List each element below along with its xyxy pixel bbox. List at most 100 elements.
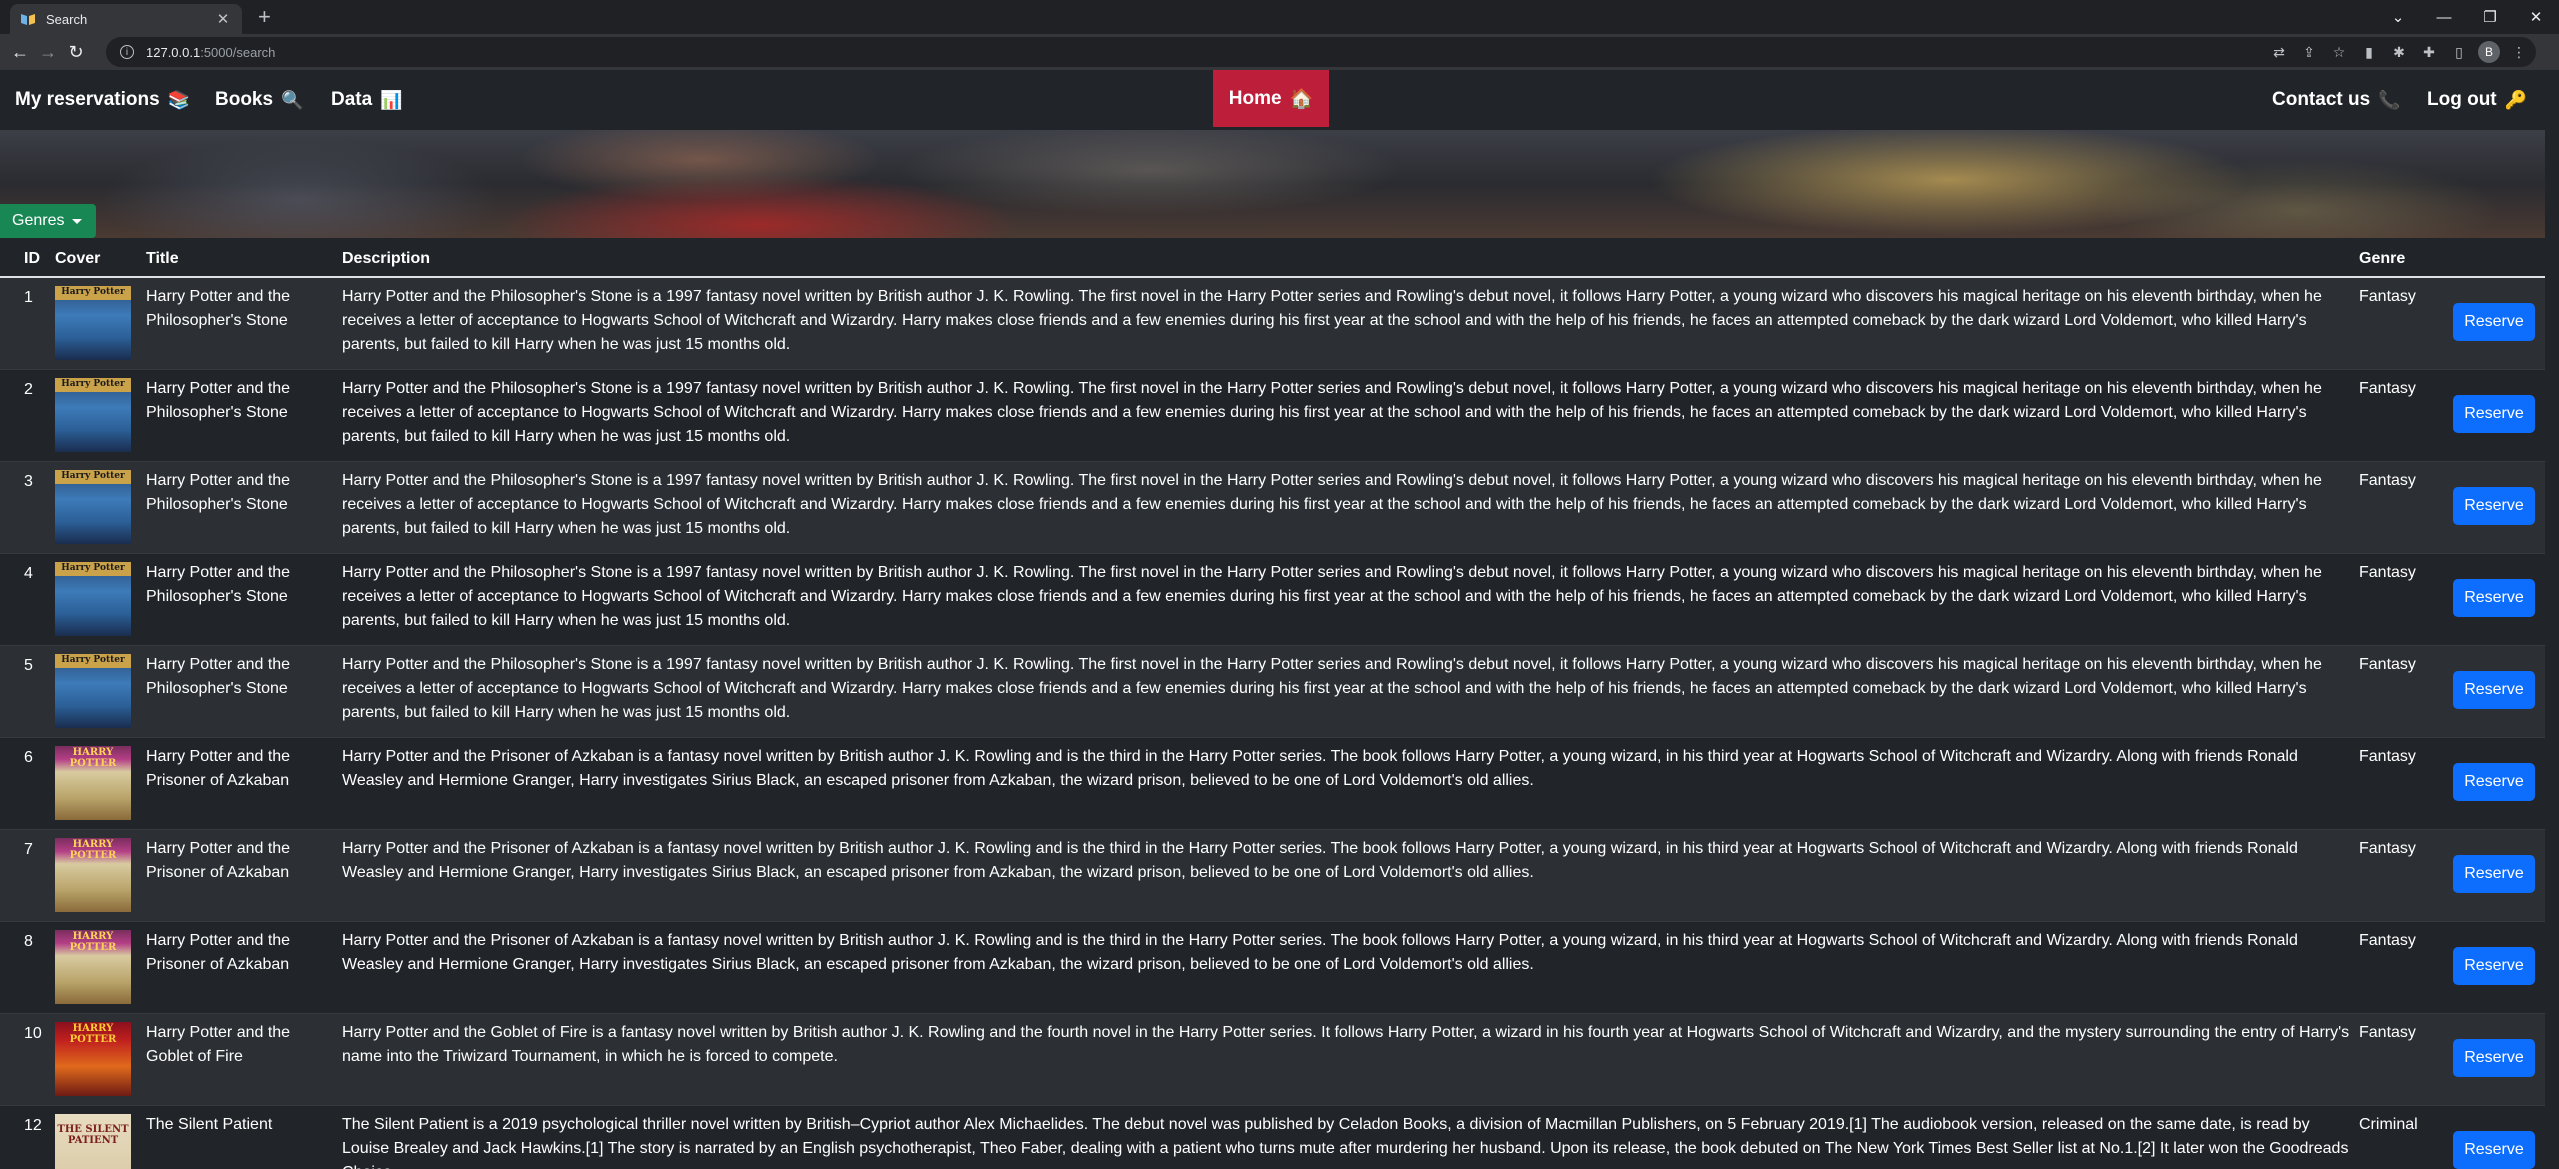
minimize-icon[interactable]: — <box>2421 9 2467 26</box>
reserve-button[interactable]: Reserve <box>2453 763 2535 801</box>
translate-icon[interactable]: ⇄ <box>2268 44 2290 61</box>
address-bar[interactable]: i 127.0.0.1:5000/search ⇄ ⇪ ☆ ▮ ✱ ✚ ▯ B … <box>106 37 2536 67</box>
reserve-button[interactable]: Reserve <box>2453 1131 2535 1169</box>
genres-dropdown-button[interactable]: Genres <box>0 204 97 238</box>
nav-home[interactable]: Home 🏠 <box>1213 70 1329 127</box>
row-genre: Criminal <box>2359 1116 2418 1133</box>
row-title: Harry Potter and the Goblet of Fire <box>146 1024 291 1065</box>
row-title: Harry Potter and the Prisoner of Azkaban <box>146 932 291 973</box>
row-title: Harry Potter and the Prisoner of Azkaban <box>146 840 291 881</box>
tab-search-icon[interactable]: ⌄ <box>2375 8 2421 26</box>
table-row: 6 HARRY POTTER Harry Potter and the Pris… <box>0 738 2545 830</box>
restore-icon[interactable]: ❐ <box>2467 8 2513 26</box>
browser-tab[interactable]: Search ✕ <box>10 4 242 34</box>
site-navbar: My reservations 📚 Books 🔍 Data 📊 Home 🏠 … <box>0 70 2545 130</box>
row-title: Harry Potter and the Philosopher's Stone <box>146 656 291 697</box>
row-description: Harry Potter and the Philosopher's Stone… <box>342 656 2322 721</box>
extension-puzzle-icon-2[interactable]: ✚ <box>2418 44 2440 61</box>
header-genre: Genre <box>2359 250 2406 267</box>
row-genre: Fantasy <box>2359 932 2416 949</box>
site-info-icon[interactable]: i <box>120 45 134 59</box>
nav-my-reservations-label: My reservations <box>15 89 160 110</box>
url-path: :5000/search <box>200 44 276 60</box>
nav-contact-us[interactable]: Contact us 📞 <box>2272 70 2401 130</box>
reload-icon[interactable]: ↻ <box>62 42 90 63</box>
tab-title: Search <box>46 11 88 27</box>
row-genre: Fantasy <box>2359 288 2416 305</box>
book-cover-image: Harry Potter <box>55 286 131 360</box>
reserve-button[interactable]: Reserve <box>2453 579 2535 617</box>
extension-l-icon[interactable]: ▮ <box>2358 44 2380 61</box>
header-id: ID <box>24 250 40 267</box>
row-id: 2 <box>24 381 33 398</box>
nav-books[interactable]: Books 🔍 <box>215 70 304 130</box>
menu-kebab-icon[interactable]: ⋮ <box>2508 44 2530 61</box>
close-window-icon[interactable]: ✕ <box>2513 8 2559 26</box>
reserve-button[interactable]: Reserve <box>2453 671 2535 709</box>
hero-banner-image <box>0 130 2545 238</box>
genres-label: Genres <box>12 212 65 229</box>
nav-log-out-label: Log out <box>2427 89 2497 110</box>
nav-home-label: Home <box>1228 87 1282 109</box>
book-cover-image: HARRY POTTER <box>55 1022 131 1096</box>
row-id: 7 <box>24 841 33 858</box>
book-cover-image: Harry Potter <box>55 378 131 452</box>
forward-arrow-icon[interactable]: → <box>34 42 62 63</box>
browser-toolbar: ← → ↻ i 127.0.0.1:5000/search ⇄ ⇪ ☆ ▮ ✱ … <box>0 34 2559 70</box>
header-title: Title <box>146 250 179 267</box>
tab-close-icon[interactable]: ✕ <box>214 10 232 28</box>
row-description: Harry Potter and the Philosopher's Stone… <box>342 564 2322 629</box>
row-description: Harry Potter and the Prisoner of Azkaban… <box>342 932 2298 973</box>
cover-lettering: THE SILENT PATIENT <box>57 1124 129 1146</box>
row-title: Harry Potter and the Philosopher's Stone <box>146 288 291 329</box>
table-row: 1 Harry Potter Harry Potter and the Phil… <box>0 278 2545 370</box>
table-row: 7 HARRY POTTER Harry Potter and the Pris… <box>0 830 2545 922</box>
reserve-button[interactable]: Reserve <box>2453 303 2535 341</box>
row-id: 5 <box>24 657 33 674</box>
reserve-button[interactable]: Reserve <box>2453 1039 2535 1077</box>
row-title: Harry Potter and the Prisoner of Azkaban <box>146 748 291 789</box>
share-icon[interactable]: ⇪ <box>2298 44 2320 61</box>
nav-log-out[interactable]: Log out 🔑 <box>2427 70 2527 130</box>
new-tab-button[interactable]: + <box>258 5 271 29</box>
extension-puzzle-icon[interactable]: ✱ <box>2388 44 2410 61</box>
reserve-button[interactable]: Reserve <box>2453 395 2535 433</box>
key-icon: 🔑 <box>2504 89 2528 110</box>
back-arrow-icon[interactable]: ← <box>6 42 34 63</box>
row-description: The Silent Patient is a 2019 psychologic… <box>342 1116 2349 1169</box>
profile-avatar[interactable]: B <box>2478 41 2500 63</box>
table-row: 10 HARRY POTTER Harry Potter and the Gob… <box>0 1014 2545 1106</box>
magnifier-icon: 🔍 <box>281 89 304 110</box>
row-description: Harry Potter and the Goblet of Fire is a… <box>342 1024 2350 1065</box>
book-cover-image: HARRY POTTER <box>55 930 131 1004</box>
sidebar-icon[interactable]: ▯ <box>2448 44 2470 61</box>
nav-my-reservations[interactable]: My reservations 📚 <box>15 70 190 130</box>
reserve-button[interactable]: Reserve <box>2453 855 2535 893</box>
cover-lettering: HARRY POTTER <box>69 931 117 953</box>
reserve-button[interactable]: Reserve <box>2453 487 2535 525</box>
extension-icons: ⇄ ⇪ ☆ ▮ ✱ ✚ ▯ B ⋮ <box>2268 37 2536 67</box>
table-row: 4 Harry Potter Harry Potter and the Phil… <box>0 554 2545 646</box>
book-cover-image: Harry Potter <box>55 654 131 728</box>
house-icon: 🏠 <box>1289 88 1314 110</box>
book-cover-image: Harry Potter <box>55 562 131 636</box>
book-favicon-icon <box>21 14 35 25</box>
nav-books-label: Books <box>215 89 274 110</box>
window-controls: ⌄ — ❐ ✕ <box>2375 0 2559 34</box>
book-cover-image: Harry Potter <box>55 470 131 544</box>
cover-lettering: Harry Potter <box>61 563 125 573</box>
table-row: 2 Harry Potter Harry Potter and the Phil… <box>0 370 2545 462</box>
nav-data-label: Data <box>331 89 373 110</box>
table-body: 1 Harry Potter Harry Potter and the Phil… <box>0 278 2545 1169</box>
books-table: ID Cover Title Description Genre 1 Harry… <box>0 240 2545 1169</box>
row-title: Harry Potter and the Philosopher's Stone <box>146 380 291 421</box>
cover-lettering: HARRY POTTER <box>69 747 117 769</box>
bookmark-star-icon[interactable]: ☆ <box>2328 44 2350 61</box>
book-cover-image: THE SILENT PATIENT <box>55 1114 131 1169</box>
nav-data[interactable]: Data 📊 <box>331 70 403 130</box>
phone-icon: 📞 <box>2378 89 2401 110</box>
row-genre: Fantasy <box>2359 840 2416 857</box>
row-description: Harry Potter and the Prisoner of Azkaban… <box>342 840 2298 881</box>
header-description: Description <box>342 250 431 267</box>
reserve-button[interactable]: Reserve <box>2453 947 2535 985</box>
